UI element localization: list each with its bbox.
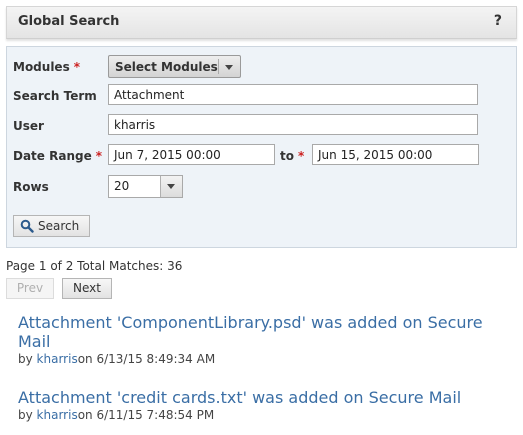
next-button[interactable]: Next	[62, 278, 112, 299]
date-from-input[interactable]: Jun 7, 2015 00:00	[108, 144, 275, 165]
chevron-down-icon	[225, 65, 233, 70]
result-user-link[interactable]: kharris	[37, 352, 78, 366]
result-date: on 6/13/15 8:49:34 AM	[77, 352, 216, 366]
chevron-down-icon	[167, 184, 175, 189]
search-term-input[interactable]: Attachment	[108, 84, 478, 105]
date-to-label: to *	[280, 149, 305, 163]
by-label: by	[18, 352, 33, 366]
help-icon[interactable]: ?	[494, 13, 502, 29]
result-date: on 6/11/15 7:48:54 PM	[77, 408, 215, 422]
result-title-link[interactable]: Attachment 'ComponentLibrary.psd' was ad…	[18, 313, 483, 351]
total-matches: Total Matches: 36	[77, 259, 183, 273]
user-label: User	[13, 119, 44, 133]
rows-label: Rows	[13, 180, 49, 194]
divider	[218, 59, 219, 74]
search-term-label: Search Term	[13, 89, 97, 103]
search-button[interactable]: Search	[13, 215, 90, 237]
result-meta: by kharrison 6/11/15 7:48:54 PM	[18, 408, 214, 422]
page-info: Page 1 of 2 Total Matches: 36	[6, 259, 182, 273]
select-modules-button[interactable]: Select Modules	[108, 55, 241, 78]
result-title-line: Mail	[18, 332, 51, 351]
result-meta: by kharrison 6/13/15 8:49:34 AM	[18, 352, 215, 366]
prev-button[interactable]: Prev	[6, 278, 54, 299]
date-to-input[interactable]: Jun 15, 2015 00:00	[312, 144, 479, 165]
search-button-label: Search	[38, 219, 80, 233]
user-input[interactable]: kharris	[108, 114, 478, 135]
required-marker: *	[73, 60, 80, 74]
by-label: by	[18, 408, 33, 422]
page-number: Page 1 of 2	[6, 259, 74, 273]
result-title-line: Attachment 'credit cards.txt' was added …	[18, 388, 462, 407]
search-form: Modules * Select Modules Search Term Atta…	[6, 46, 517, 248]
required-marker: *	[297, 149, 305, 163]
select-modules-label: Select Modules	[115, 60, 218, 74]
panel-header: Global Search ?	[6, 6, 517, 39]
result-title-link[interactable]: Attachment 'credit cards.txt' was added …	[18, 388, 461, 407]
rows-select[interactable]: 20	[108, 175, 183, 198]
result-user-link[interactable]: kharris	[37, 408, 78, 422]
required-marker: *	[95, 149, 103, 163]
result-title-line: Attachment 'ComponentLibrary.psd' was ad…	[18, 313, 483, 332]
rows-value: 20	[114, 179, 130, 193]
panel-title: Global Search	[18, 14, 120, 29]
search-icon	[20, 219, 34, 233]
rows-dropdown-arrow[interactable]	[160, 176, 182, 197]
modules-label: Modules *	[13, 60, 80, 74]
date-range-label: Date Range *	[13, 149, 103, 163]
